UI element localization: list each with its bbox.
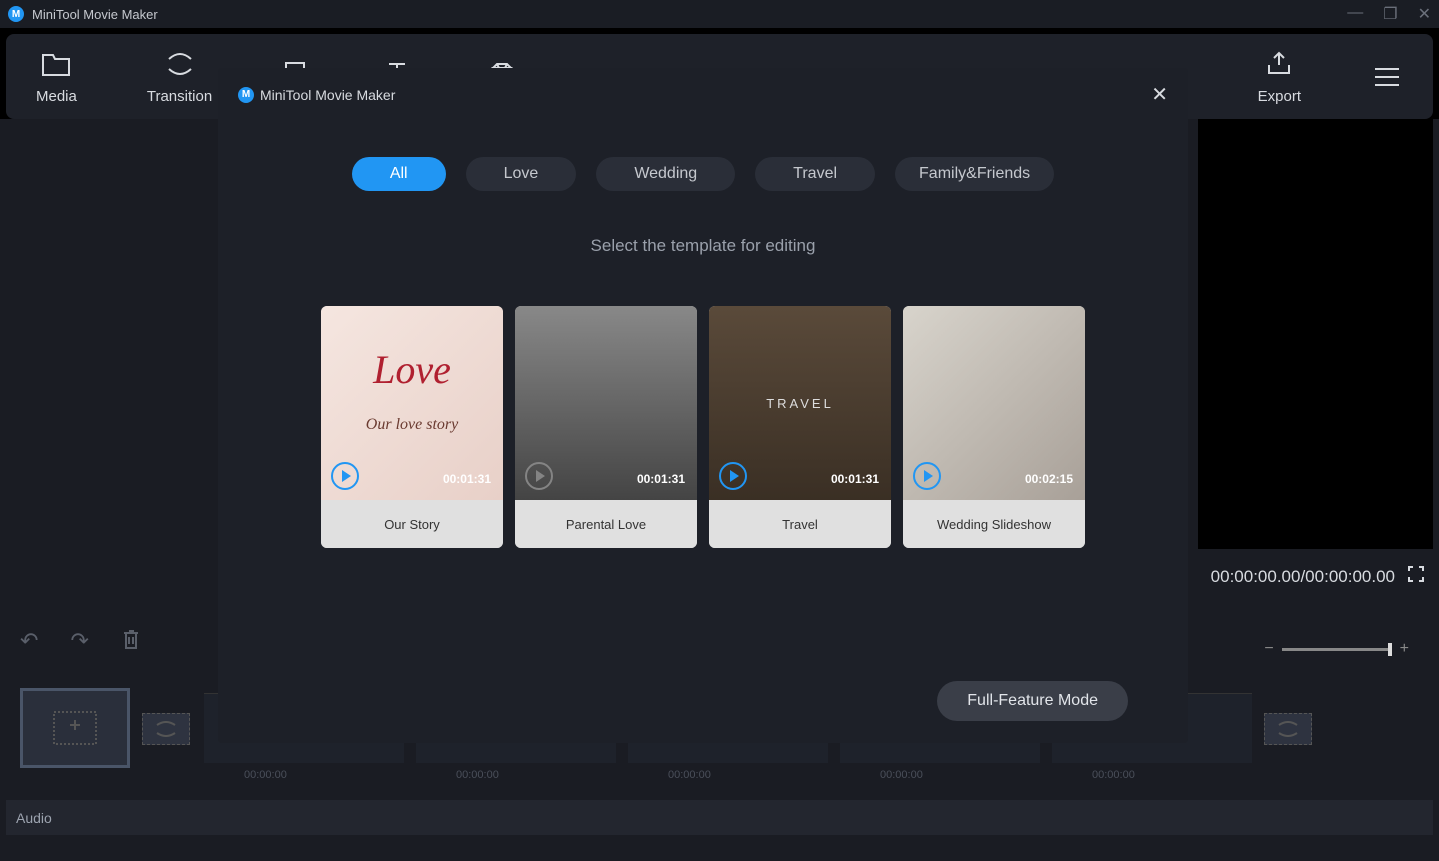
play-icon[interactable] (719, 462, 747, 490)
template-name: Parental Love (515, 500, 697, 548)
template-modal: M MiniTool Movie Maker ✕ All Love Weddin… (218, 68, 1188, 743)
titlebar: M MiniTool Movie Maker — ❐ ✕ (0, 0, 1439, 28)
template-card-parental-love[interactable]: 00:01:31 Parental Love (515, 306, 697, 548)
app-title: MiniTool Movie Maker (32, 7, 1347, 22)
template-name: Wedding Slideshow (903, 500, 1085, 548)
template-name: Our Story (321, 500, 503, 548)
transition-icon (164, 48, 196, 80)
hamburger-icon (1371, 61, 1403, 93)
filter-wedding[interactable]: Wedding (596, 157, 735, 191)
zoom-slider[interactable] (1282, 648, 1392, 651)
full-feature-mode-button[interactable]: Full-Feature Mode (937, 681, 1128, 721)
play-icon[interactable] (913, 462, 941, 490)
preview-timecode-row: 00:00:00.00/00:00:00.00 (1198, 565, 1433, 588)
template-duration: 00:01:31 (443, 472, 491, 486)
template-filter-row: All Love Wedding Travel Family&Friends (238, 157, 1168, 191)
template-duration: 00:02:15 (1025, 472, 1073, 486)
template-thumb: 00:01:31 (515, 306, 697, 500)
filter-travel[interactable]: Travel (755, 157, 875, 191)
transition-slot[interactable] (142, 713, 190, 745)
redo-icon[interactable]: ↷ (70, 628, 88, 656)
toolbar-export-label: Export (1258, 88, 1301, 105)
toolbar-media[interactable]: Media (36, 48, 77, 105)
export-icon (1263, 48, 1295, 80)
template-grid: Love Our love story 00:01:31 Our Story 0… (238, 306, 1168, 548)
modal-header: M MiniTool Movie Maker ✕ (238, 82, 1168, 107)
audio-track-label[interactable]: Audio (6, 800, 1433, 835)
toolbar-media-label: Media (36, 88, 77, 105)
modal-subtitle: Select the template for editing (238, 236, 1168, 256)
app-logo-icon: M (8, 6, 24, 22)
zoom-control[interactable]: − + (1264, 640, 1409, 658)
window-minimize-icon[interactable]: — (1347, 4, 1363, 24)
toolbar-transition[interactable]: Transition (147, 48, 212, 105)
modal-close-button[interactable]: ✕ (1151, 82, 1168, 107)
toolbar-export[interactable]: Export (1258, 48, 1301, 105)
preview-timecode: 00:00:00.00/00:00:00.00 (1211, 567, 1395, 587)
timeline-clip-placeholder[interactable] (20, 688, 130, 768)
transition-slot[interactable] (1264, 713, 1312, 745)
delete-icon[interactable] (121, 628, 141, 656)
toolbar-menu[interactable] (1371, 61, 1403, 93)
window-maximize-icon[interactable]: ❐ (1383, 4, 1397, 24)
template-card-our-story[interactable]: Love Our love story 00:01:31 Our Story (321, 306, 503, 548)
template-name: Travel (709, 500, 891, 548)
template-card-wedding[interactable]: 00:02:15 Wedding Slideshow (903, 306, 1085, 548)
play-icon[interactable] (525, 462, 553, 490)
template-thumb: TRAVEL 00:01:31 (709, 306, 891, 500)
template-thumb: Love Our love story 00:01:31 (321, 306, 503, 500)
undo-icon[interactable]: ↶ (20, 628, 38, 656)
preview-panel (1198, 119, 1433, 549)
template-duration: 00:01:31 (831, 472, 879, 486)
zoom-out-icon[interactable]: − (1264, 640, 1273, 658)
folder-icon (40, 48, 72, 80)
modal-title: MiniTool Movie Maker (260, 87, 395, 103)
modal-logo-icon: M (238, 87, 254, 103)
play-icon[interactable] (331, 462, 359, 490)
filter-love[interactable]: Love (466, 157, 577, 191)
template-thumb: 00:02:15 (903, 306, 1085, 500)
window-close-icon[interactable]: ✕ (1418, 4, 1431, 24)
template-duration: 00:01:31 (637, 472, 685, 486)
timeline-tools: ↶ ↷ (20, 628, 141, 656)
toolbar-transition-label: Transition (147, 88, 212, 105)
zoom-in-icon[interactable]: + (1400, 640, 1409, 658)
fullscreen-icon[interactable] (1407, 565, 1425, 588)
filter-all[interactable]: All (352, 157, 446, 191)
template-card-travel[interactable]: TRAVEL 00:01:31 Travel (709, 306, 891, 548)
filter-family[interactable]: Family&Friends (895, 157, 1054, 191)
